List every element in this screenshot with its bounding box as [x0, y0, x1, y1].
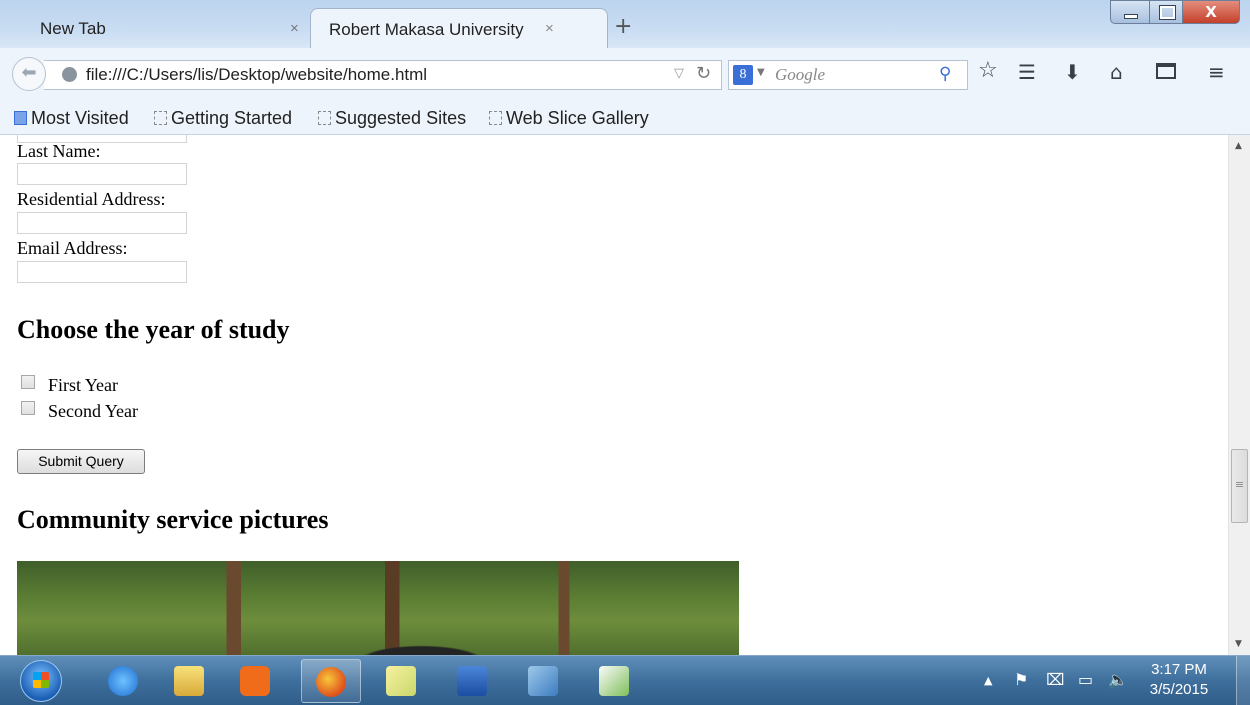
- clock-date: 3/5/2015: [1149, 681, 1209, 698]
- chevron-down-icon[interactable]: ▼: [757, 67, 765, 78]
- search-placeholder[interactable]: Google: [775, 65, 825, 85]
- scroll-down-icon[interactable]: ▼: [1235, 639, 1242, 649]
- star-icon[interactable]: ☆: [978, 58, 998, 83]
- tab-label: New Tab: [40, 19, 106, 38]
- submit-button[interactable]: Submit Query: [17, 449, 145, 474]
- action-center-flag-icon[interactable]: ⚑: [1014, 670, 1028, 689]
- most-visited-icon: [14, 111, 27, 125]
- new-tab-button[interactable]: +: [614, 14, 632, 39]
- home-icon[interactable]: ⌂: [1110, 60, 1123, 84]
- year-heading: Choose the year of study: [17, 315, 290, 344]
- email-label: Email Address:: [17, 238, 128, 258]
- bookmark-getting-started[interactable]: Getting Started: [154, 108, 292, 129]
- media-player-icon[interactable]: [226, 659, 286, 703]
- pictures-heading: Community service pictures: [17, 505, 329, 534]
- start-button[interactable]: [20, 660, 62, 702]
- tab-label: Robert Makasa University: [329, 20, 524, 39]
- clock-time: 3:17 PM: [1151, 661, 1207, 678]
- notepad-icon[interactable]: [514, 659, 574, 703]
- panel-icon[interactable]: [1156, 63, 1176, 79]
- bookmark-label: Web Slice Gallery: [506, 108, 649, 128]
- bookmarks-toolbar: Most Visited Getting Started Suggested S…: [0, 100, 1250, 135]
- show-hidden-icons[interactable]: ▲: [984, 674, 992, 687]
- scroll-up-icon[interactable]: ▲: [1235, 141, 1242, 151]
- menu-icon[interactable]: ≡: [1208, 60, 1225, 84]
- bookmark-label: Getting Started: [171, 108, 293, 128]
- back-button[interactable]: ⬅: [12, 57, 46, 91]
- power-icon[interactable]: ⌧: [1046, 670, 1064, 689]
- internet-explorer-icon[interactable]: [94, 659, 154, 703]
- page-icon: [318, 111, 331, 125]
- volume-icon[interactable]: 🔈: [1108, 670, 1128, 689]
- bookmark-most-visited[interactable]: Most Visited: [14, 108, 129, 129]
- bookmark-label: Most Visited: [31, 108, 129, 128]
- scroll-thumb[interactable]: ≡: [1231, 449, 1248, 523]
- vertical-scrollbar[interactable]: ▲ ≡ ▼: [1228, 135, 1250, 655]
- close-window-button[interactable]: X: [1182, 0, 1240, 24]
- first-year-label: First Year: [48, 375, 119, 395]
- url-bar[interactable]: file:///C:/Users/lis/Desktop/website/hom…: [44, 60, 722, 90]
- url-text[interactable]: file:///C:/Users/lis/Desktop/website/hom…: [86, 65, 427, 85]
- clock[interactable]: 3:17 PM 3/5/2015: [1148, 660, 1210, 700]
- reload-icon[interactable]: ↻: [696, 63, 711, 84]
- page-icon: [154, 111, 167, 125]
- sticky-notes-icon[interactable]: [372, 659, 432, 703]
- show-desktop-button[interactable]: [1236, 656, 1250, 705]
- word-icon[interactable]: [443, 659, 503, 703]
- firefox-icon[interactable]: [301, 659, 361, 703]
- second-year-label: Second Year: [48, 401, 138, 421]
- globe-icon: [62, 67, 77, 82]
- email-input[interactable]: [17, 261, 187, 283]
- first-year-checkbox[interactable]: [21, 375, 35, 389]
- page-icon: [489, 111, 502, 125]
- address-input[interactable]: [17, 212, 187, 234]
- page-content: Last Name: Residential Address: Email Ad…: [0, 135, 1228, 655]
- network-icon[interactable]: ▭: [1078, 670, 1093, 689]
- community-service-photo: [17, 561, 739, 655]
- taskbar: ▲ ⚑ ⌧ ▭ 🔈 3:17 PM 3/5/2015: [0, 655, 1250, 705]
- navigation-toolbar: file:///C:/Users/lis/Desktop/website/hom…: [0, 48, 1250, 100]
- tab-close-icon[interactable]: ×: [545, 20, 554, 37]
- back-arrow-icon: ⬅: [21, 62, 37, 83]
- google-icon[interactable]: 8: [733, 65, 753, 85]
- search-icon[interactable]: ⚲: [939, 64, 951, 84]
- tab-new-tab[interactable]: New Tab ×: [6, 8, 306, 48]
- second-year-checkbox[interactable]: [21, 401, 35, 415]
- search-bar[interactable]: 8 ▼ Google ⚲: [728, 60, 968, 90]
- last-name-input[interactable]: [17, 163, 187, 185]
- bookmark-web-slice-gallery[interactable]: Web Slice Gallery: [489, 108, 649, 129]
- file-explorer-icon[interactable]: [160, 659, 220, 703]
- tab-close-icon[interactable]: ×: [290, 20, 299, 37]
- dropmark-icon[interactable]: ▽: [674, 66, 684, 81]
- download-icon[interactable]: ⬇: [1064, 60, 1081, 84]
- bookmark-label: Suggested Sites: [335, 108, 467, 128]
- tab-robert-makasa-university[interactable]: Robert Makasa University ×: [310, 8, 608, 48]
- address-label: Residential Address:: [17, 189, 166, 209]
- title-bar: New Tab × Robert Makasa University × + X: [0, 0, 1250, 48]
- last-name-label: Last Name:: [17, 141, 101, 161]
- bookmarks-icon[interactable]: ☰: [1018, 60, 1036, 84]
- paint-icon[interactable]: [585, 659, 645, 703]
- minimize-button[interactable]: [1110, 0, 1150, 24]
- maximize-button[interactable]: [1149, 0, 1183, 24]
- bookmark-suggested-sites[interactable]: Suggested Sites: [318, 108, 466, 129]
